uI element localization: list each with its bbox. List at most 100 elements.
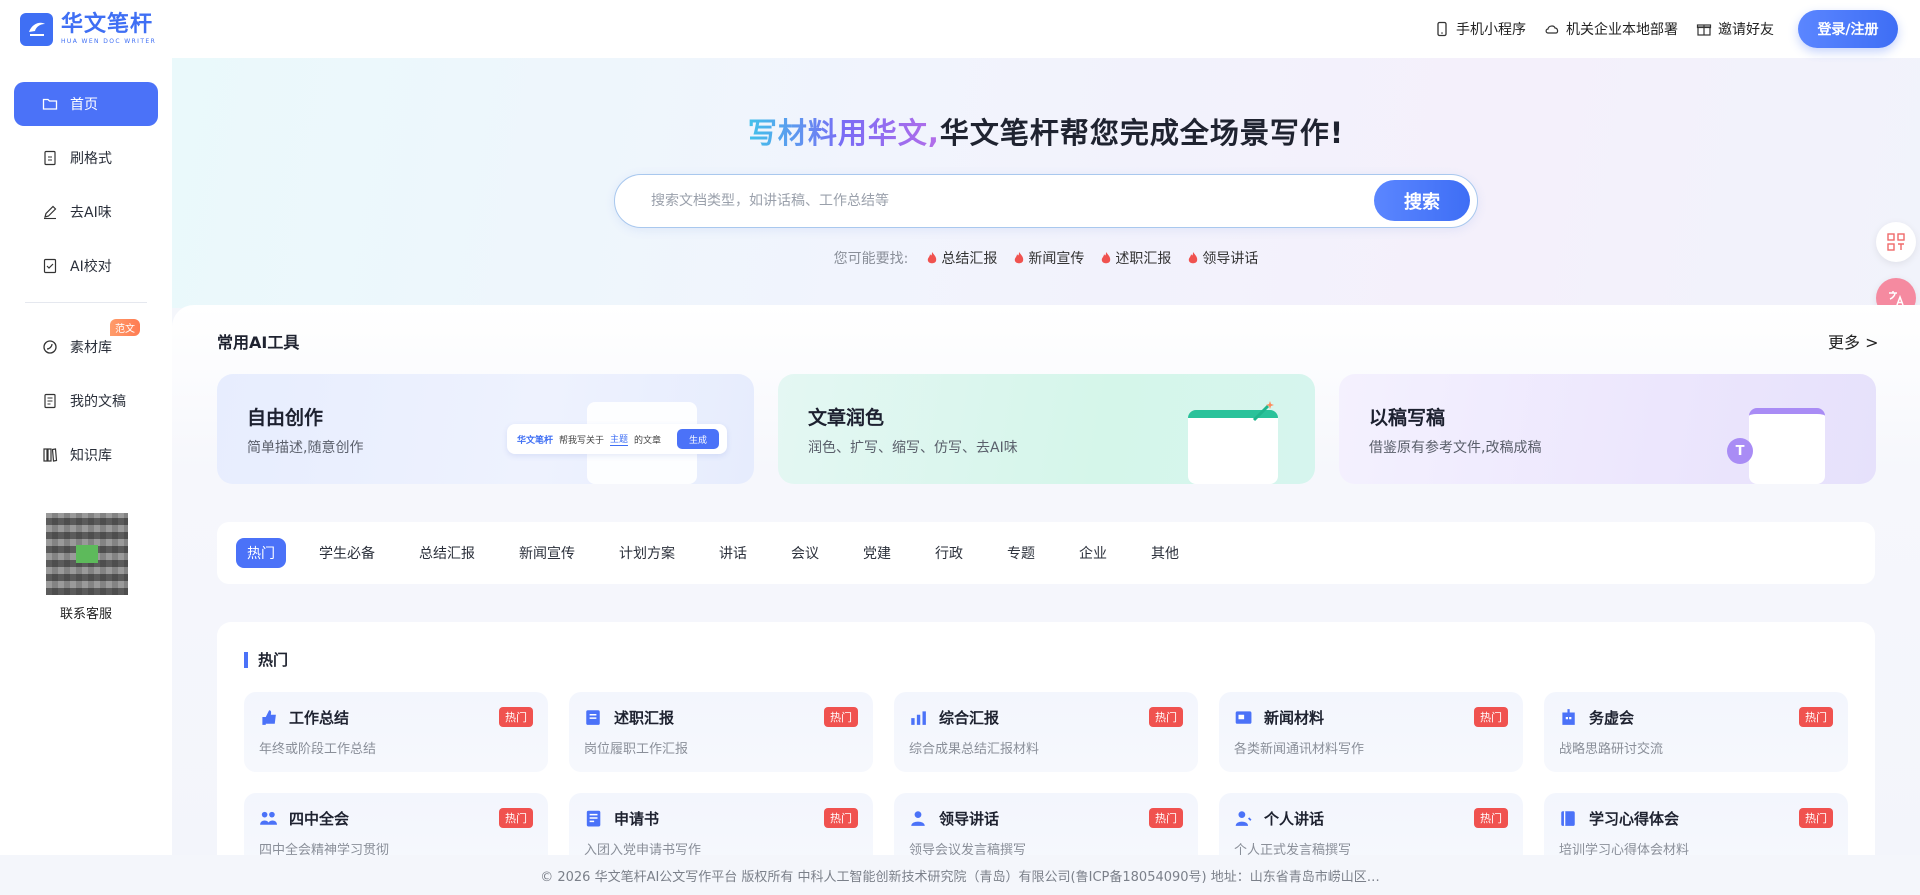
document-icon xyxy=(44,150,56,166)
person-icon xyxy=(1235,811,1252,826)
doc-illustration xyxy=(1749,408,1825,484)
suggest-chip[interactable]: 新闻宣传 xyxy=(1013,248,1084,268)
sidebar-item-ai-proofread[interactable]: AI校对 xyxy=(14,244,158,288)
sidebar-item-label: 去AI味 xyxy=(70,205,112,221)
hot-card-desc: 战略思路研讨交流 xyxy=(1559,742,1664,757)
top-header: 华文笔杆 HUA WEN DOC WRITER 手机小程序 机关企业本地部署 邀… xyxy=(0,0,1920,58)
local-deploy-link[interactable]: 机关企业本地部署 xyxy=(1544,19,1678,39)
tool-card-title: 自由创作 xyxy=(247,407,324,429)
invite-link[interactable]: 邀请好友 xyxy=(1696,19,1774,39)
sidebar-item-materials[interactable]: 素材库 范文 xyxy=(14,319,158,369)
check-doc-icon xyxy=(43,258,57,274)
sidebar-item-label: 首页 xyxy=(70,97,98,113)
tool-card-desc: 借鉴原有参考文件,改稿成稿 xyxy=(1369,440,1542,456)
category-tabs: 热门 学生必备 总结汇报 新闻宣传 计划方案 讲话 会议 党建 行政 专题 企业… xyxy=(217,522,1875,584)
main-content: 常用AI工具 更多 > 自由创作 简单描述,随意创作 华文笔杆 帮我写关于 主题… xyxy=(172,305,1920,873)
footer: © 2026 华文笔杆AI公文写作平台 版权所有 中科人工智能创新技术研究院（青… xyxy=(0,855,1920,895)
hot-badge: 热门 xyxy=(1149,707,1183,727)
service-qr-code xyxy=(46,513,128,595)
tab-summary[interactable]: 总结汇报 xyxy=(408,538,486,568)
tab-enterprise[interactable]: 企业 xyxy=(1068,538,1118,568)
tab-other[interactable]: 其他 xyxy=(1140,538,1190,568)
hot-badge: 热门 xyxy=(1799,707,1833,727)
mini-prompt-illustration: 华文笔杆 帮我写关于 主题 的文章 生成 xyxy=(507,424,727,454)
sidebar-item-knowledge[interactable]: 知识库 xyxy=(14,433,158,477)
service-label: 联系客服 xyxy=(59,607,112,622)
sidebar-item-label: 我的文稿 xyxy=(70,394,126,410)
tab-party[interactable]: 党建 xyxy=(852,538,902,568)
file-icon xyxy=(44,393,56,409)
report-icon xyxy=(586,710,600,725)
tool-card-polish[interactable]: 文章润色 润色、扩写、缩写、仿写、去AI味 xyxy=(778,374,1315,484)
search-input[interactable] xyxy=(651,175,1351,226)
suggest-chip[interactable]: 总结汇报 xyxy=(926,248,997,268)
tab-speech[interactable]: 讲话 xyxy=(708,538,758,568)
fire-icon xyxy=(928,252,937,264)
book-icon xyxy=(1561,811,1575,826)
hot-badge: 热门 xyxy=(1149,808,1183,828)
hot-badge: 热门 xyxy=(824,808,858,828)
tab-hot[interactable]: 热门 xyxy=(236,538,286,568)
fire-icon xyxy=(1189,252,1198,264)
hot-card-desc: 岗位履职工作汇报 xyxy=(584,742,689,757)
hot-card-title: 务虚会 xyxy=(1589,709,1635,727)
hot-card-title: 学习心得体会 xyxy=(1589,810,1680,828)
tool-card-title: 文章润色 xyxy=(808,407,885,429)
chart-icon xyxy=(911,711,926,725)
tool-card-free-writing[interactable]: 自由创作 简单描述,随意创作 华文笔杆 帮我写关于 主题 的文章 生成 xyxy=(217,374,754,484)
magic-wand-icon xyxy=(1252,401,1274,422)
sidebar-item-my-docs[interactable]: 我的文稿 xyxy=(14,379,158,423)
tab-student[interactable]: 学生必备 xyxy=(308,538,386,568)
hero-title-highlight: 写材料用华文, xyxy=(747,116,940,150)
hot-card[interactable]: 务虚会 热门战略思路研讨交流 xyxy=(1544,692,1848,772)
hot-card[interactable]: 述职汇报 热门 岗位履职工作汇报 xyxy=(569,692,873,772)
tab-topic[interactable]: 专题 xyxy=(996,538,1046,568)
tab-meeting[interactable]: 会议 xyxy=(780,538,830,568)
circle-icon xyxy=(43,340,57,354)
suggest-chip[interactable]: 领导讲话 xyxy=(1187,248,1258,268)
hot-card-title: 述职汇报 xyxy=(614,709,675,727)
sidebar: 首页 刷格式 去AI味 AI校对 素材库 范文 我的文稿 知识库 联系客服 xyxy=(0,58,172,855)
suggest-chip[interactable]: 述职汇报 xyxy=(1100,248,1171,268)
invite-label: 邀请好友 xyxy=(1718,22,1774,38)
tab-plan[interactable]: 计划方案 xyxy=(608,538,686,568)
hot-section-title: 热门 xyxy=(244,652,288,668)
sidebar-item-home[interactable]: 首页 xyxy=(14,82,158,126)
mini-program-label: 手机小程序 xyxy=(1456,22,1526,38)
login-button[interactable]: 登录/注册 xyxy=(1798,10,1898,48)
hot-card-title: 领导讲话 xyxy=(939,810,1000,828)
tab-news[interactable]: 新闻宣传 xyxy=(508,538,586,568)
hot-card[interactable]: 综合汇报 热门 综合成果总结汇报材料 xyxy=(894,692,1198,772)
tools-section-title: 常用AI工具 xyxy=(217,333,300,352)
hot-card-title: 综合汇报 xyxy=(939,709,1000,727)
search-box: 搜索 xyxy=(614,174,1478,228)
hot-card[interactable]: 新闻材料 热门 各类新闻通讯材料写作 xyxy=(1219,692,1523,772)
sidebar-item-de-ai[interactable]: 去AI味 xyxy=(14,190,158,234)
sidebar-item-format[interactable]: 刷格式 xyxy=(14,136,158,180)
text-t-icon: T xyxy=(1727,438,1753,464)
hot-card-title: 个人讲话 xyxy=(1264,810,1325,828)
tab-admin[interactable]: 行政 xyxy=(924,538,974,568)
sidebar-divider xyxy=(25,302,147,303)
hot-card[interactable]: 工作总结 热门 年终或阶段工作总结 xyxy=(244,692,548,772)
sidebar-item-label: 知识库 xyxy=(70,448,112,464)
logo[interactable]: 华文笔杆 HUA WEN DOC WRITER xyxy=(20,12,157,46)
hero-title: 写材料用华文,华文笔杆帮您完成全场景写作! xyxy=(172,110,1920,152)
mini-program-link[interactable]: 手机小程序 xyxy=(1434,19,1526,39)
qrcode-float-button[interactable] xyxy=(1876,222,1916,262)
hero-section: 写材料用华文,华文笔杆帮您完成全场景写作! 搜索 您可能要找: 总结汇报 新闻宣… xyxy=(172,58,1920,308)
more-link[interactable]: 更多 > xyxy=(1828,329,1879,353)
fire-icon xyxy=(1102,252,1111,264)
speaker-icon xyxy=(911,811,925,826)
local-deploy-label: 机关企业本地部署 xyxy=(1566,22,1678,38)
tool-card-rewrite[interactable]: 以稿写稿 借鉴原有参考文件,改稿成稿 T xyxy=(1339,374,1876,484)
logo-subtitle: HUA WEN DOC WRITER xyxy=(61,37,157,45)
tool-card-title: 以稿写稿 xyxy=(1369,407,1446,429)
hot-badge: 热门 xyxy=(1474,808,1508,828)
hot-card-desc: 各类新闻通讯材料写作 xyxy=(1234,742,1365,757)
news-icon xyxy=(1235,711,1252,724)
search-button[interactable]: 搜索 xyxy=(1374,180,1470,221)
hot-badge: 热门 xyxy=(499,707,533,727)
suggest-label: 您可能要找: xyxy=(833,251,909,267)
hot-badge: 热门 xyxy=(1474,707,1508,727)
